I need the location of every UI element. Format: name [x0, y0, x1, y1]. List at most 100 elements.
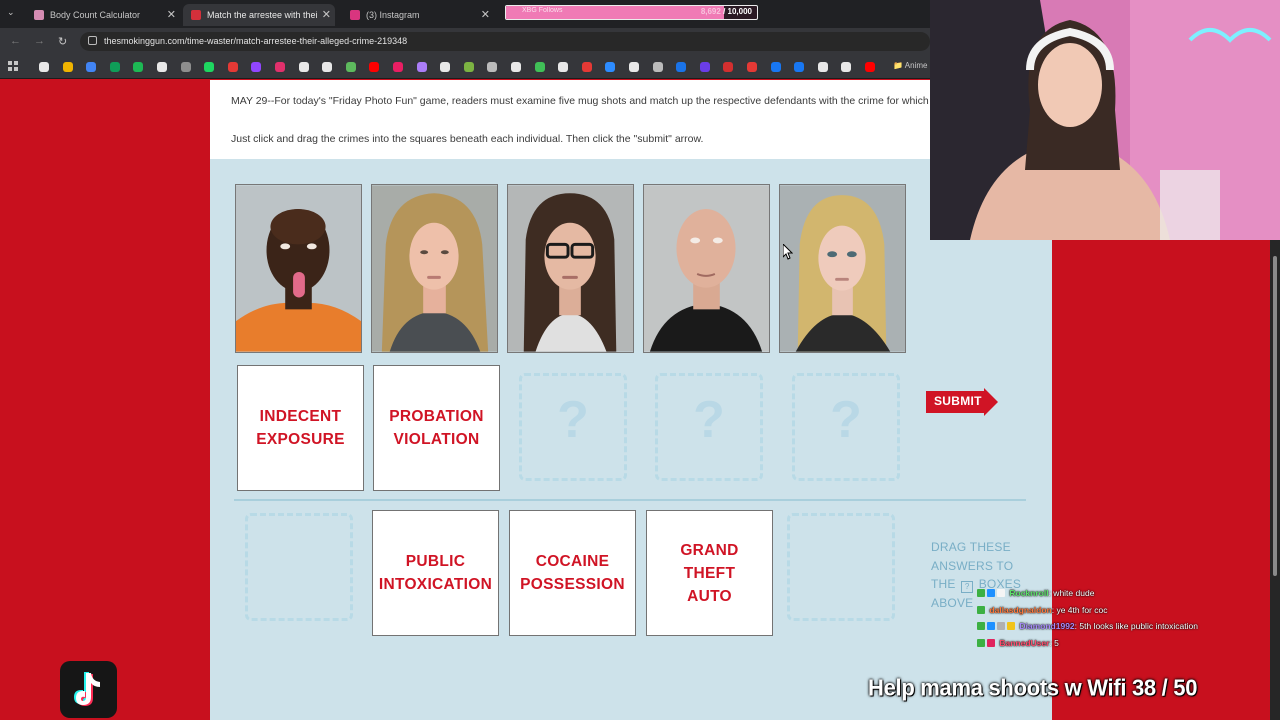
answer-line: AUTO [687, 587, 732, 605]
bookmark-favicon-icon[interactable] [39, 62, 49, 72]
answer-line: VIOLATION [393, 431, 480, 448]
chat-badge-icon [987, 638, 995, 647]
tab-search-chevron-icon[interactable]: ⌄ [7, 7, 15, 18]
mugshot-1 [235, 184, 362, 353]
intro-text-panel: MAY 29--For today's "Friday Photo Fun" g… [210, 80, 1052, 159]
bookmark-favicon-icon[interactable] [109, 62, 120, 72]
answer-line: INTOXICATION [378, 576, 493, 593]
answer-card-text: INDECENT EXPOSURE [256, 405, 345, 451]
answer-slot-3-empty[interactable]: ? [519, 373, 627, 481]
bookmark-favicon-icon[interactable] [865, 62, 875, 72]
bookmark-favicon-icon[interactable] [747, 62, 757, 72]
box-question-icon: ? [961, 581, 974, 593]
answer-slot-4-empty[interactable]: ? [655, 373, 763, 481]
tiktok-logo-icon [60, 661, 117, 718]
bookmark-favicon-icon[interactable] [558, 62, 569, 72]
bookmark-favicon-icon[interactable] [629, 62, 639, 72]
chat-badge-icon [977, 589, 985, 597]
bookmark-favicon-icon[interactable] [251, 62, 262, 72]
tab-title: Body Count Calculator [50, 10, 141, 20]
bookmark-favicon-icon[interactable] [204, 62, 215, 72]
site-info-icon[interactable] [88, 36, 97, 45]
bookmark-favicon-icon[interactable] [534, 62, 545, 72]
bookmark-favicon-icon[interactable] [841, 62, 852, 72]
stream-goal-banner: Help mama shoots w Wifi 38 / 50 [868, 674, 1198, 701]
apps-grid-icon[interactable] [8, 61, 19, 72]
bookmark-favicon-icon[interactable] [369, 62, 380, 72]
answer-card-text: PROBATION VIOLATION [389, 405, 484, 451]
bookmark-favicon-icon[interactable] [581, 62, 592, 72]
bookmark-favicon-icon[interactable] [227, 62, 238, 72]
bookmark-favicon-icon[interactable] [62, 62, 73, 72]
bookmark-favicon-icon[interactable] [723, 62, 734, 72]
answer-slot-2-filled[interactable]: PROBATION VIOLATION [373, 365, 500, 491]
chat-username: dallasdgnaldon [989, 604, 1052, 615]
follower-goal-current: 8,692 [700, 7, 721, 16]
answer-card-public-intoxication[interactable]: PUBLIC INTOXICATION [372, 510, 499, 636]
bookmark-favicon-icon[interactable] [86, 62, 97, 72]
chat-message: Rocknroll: white dude [977, 588, 1267, 605]
scrollbar-thumb[interactable] [1273, 256, 1277, 576]
bookmark-favicon-icon[interactable] [157, 62, 167, 72]
bookmark-favicon-icon[interactable] [345, 62, 356, 72]
question-mark-icon: ? [557, 391, 589, 449]
instructions-paragraph: Just click and drag the crimes into the … [231, 133, 704, 145]
url-field[interactable]: thesmokinggun.com/time-waster/match-arre… [80, 32, 930, 51]
answer-card-cocaine-possession[interactable]: COCAINE POSSESSION [509, 510, 636, 636]
bookmark-favicon-icon[interactable] [416, 62, 427, 72]
bookmark-favicon-icon[interactable] [605, 62, 616, 72]
bookmark-favicon-icon[interactable] [463, 62, 474, 72]
tab-body-count-calculator[interactable]: Body Count Calculator ✕ [26, 4, 176, 26]
answer-line: INDECENT [259, 408, 342, 425]
url-text: thesmokinggun.com/time-waster/match-arre… [104, 36, 408, 46]
answer-line: GRAND [680, 541, 739, 559]
intro-paragraph: MAY 29--For today's "Friday Photo Fun" g… [231, 95, 1022, 107]
answer-card-text: PUBLIC INTOXICATION [379, 550, 492, 596]
chat-username: Diamond1992 [1019, 621, 1075, 631]
reload-icon[interactable]: ↻ [58, 35, 67, 48]
bookmark-favicon-icon[interactable] [180, 62, 191, 72]
bookmark-favicon-icon[interactable] [275, 62, 285, 72]
bookmark-favicon-icon[interactable] [298, 62, 309, 72]
bookmark-favicon-icon[interactable] [487, 62, 498, 72]
chat-badge-icon [977, 605, 985, 614]
answer-line: COCAINE [535, 553, 610, 570]
follower-goal-label: XBG Follows [522, 7, 563, 14]
bookmark-folder-anime[interactable]: 📁 Anime [893, 61, 927, 70]
bookmark-favicon-icon[interactable] [794, 62, 805, 72]
answer-pool-slot-empty[interactable] [245, 513, 353, 621]
bookmark-favicon-icon[interactable] [652, 62, 663, 72]
answer-slot-1-filled[interactable]: INDECENT EXPOSURE [237, 365, 364, 491]
page-scrollbar[interactable] [1270, 240, 1280, 720]
back-arrow-icon[interactable]: ← [10, 35, 21, 47]
bookmark-favicon-icon[interactable] [440, 62, 451, 72]
bookmark-favicon-icon[interactable] [511, 62, 521, 72]
tab-close-icon[interactable]: ✕ [322, 8, 331, 21]
question-mark-icon: ? [693, 391, 725, 449]
chat-badge-icon [977, 638, 985, 647]
submit-button[interactable]: SUBMIT [926, 388, 998, 416]
bookmark-favicon-icon[interactable] [699, 62, 710, 72]
bookmark-favicon-icon[interactable] [322, 62, 333, 72]
chat-text: : 5th looks like public intoxication [1074, 621, 1198, 631]
bookmark-favicon-icon[interactable] [393, 62, 403, 72]
tab-close-icon[interactable]: ✕ [481, 8, 490, 21]
chat-text: : white dude [1048, 588, 1095, 598]
bookmark-favicon-icon[interactable] [817, 62, 828, 72]
answer-card-grand-theft-auto[interactable]: GRAND THEFT AUTO [646, 510, 773, 636]
game-page: MAY 29--For today's "Friday Photo Fun" g… [210, 80, 1052, 720]
answer-pool-slot-empty[interactable] [787, 513, 895, 621]
mugshot-4 [643, 184, 770, 353]
chat-badge-icon [987, 622, 995, 630]
chat-message: BannedUser: 5 [977, 638, 1267, 655]
tab-match-arrestee[interactable]: Match the arrestee with their alleged cr… [183, 4, 335, 26]
mouse-cursor-icon [783, 244, 793, 260]
tab-instagram[interactable]: (3) Instagram ✕ [342, 4, 494, 26]
bookmark-favicon-icon[interactable] [770, 62, 781, 72]
bookmark-favicon-icon[interactable] [133, 62, 144, 72]
bookmark-favicon-icon[interactable] [676, 62, 687, 72]
bookmark-folder-label: Anime [904, 61, 928, 70]
answer-slot-5-empty[interactable]: ? [792, 373, 900, 481]
tab-close-icon[interactable]: ✕ [167, 8, 176, 21]
forward-arrow-icon[interactable]: → [34, 35, 45, 47]
